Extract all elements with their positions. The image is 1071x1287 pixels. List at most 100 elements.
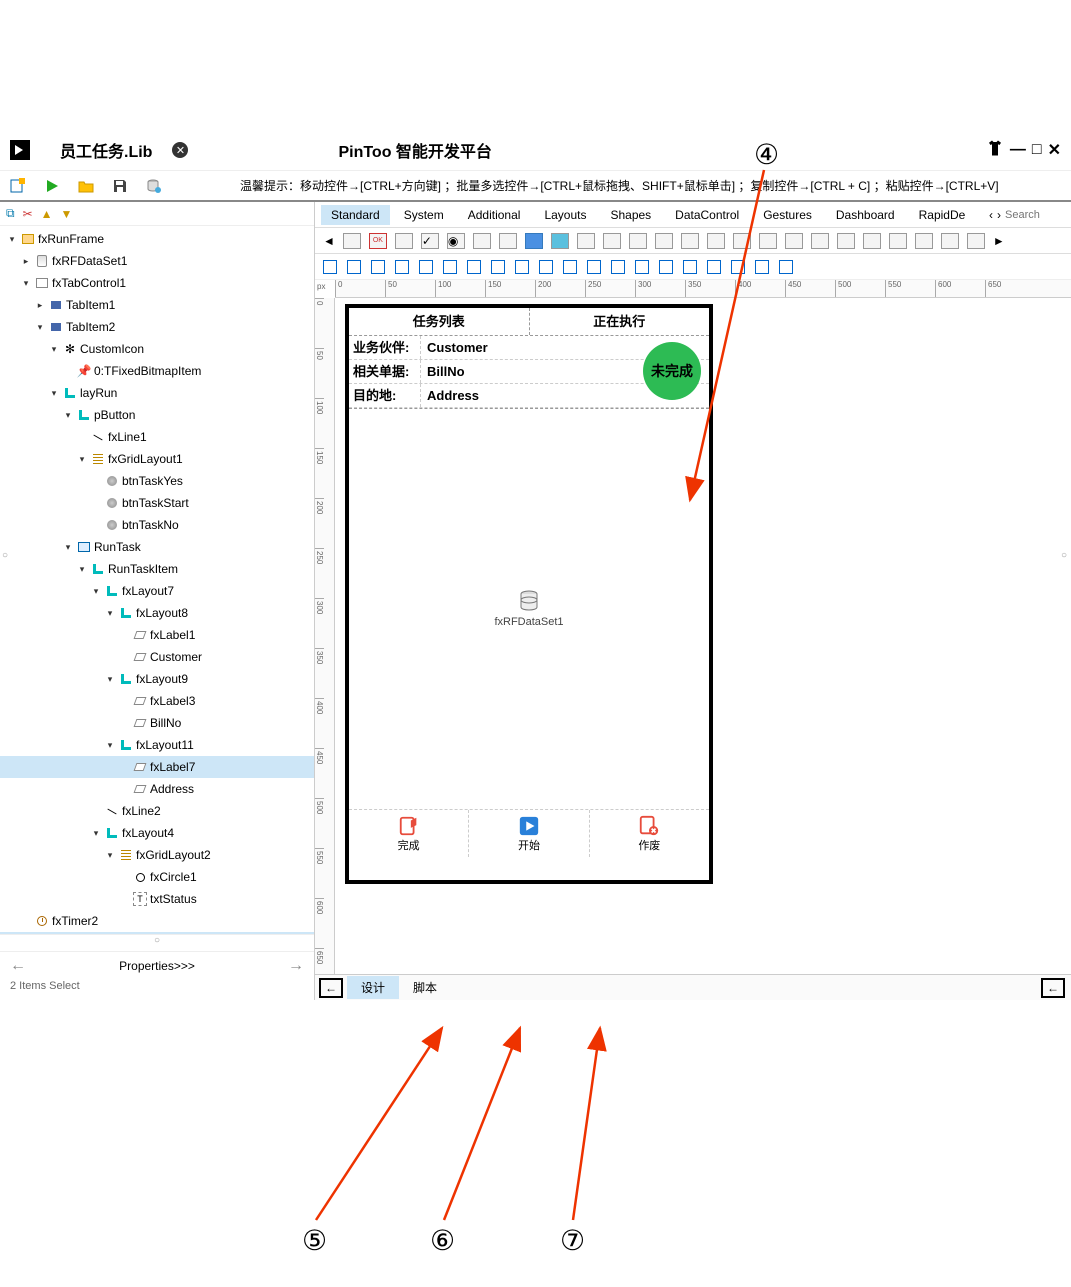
down-icon[interactable]: ▼ [61, 207, 73, 221]
palette-item[interactable] [525, 233, 543, 249]
palette-item[interactable] [603, 233, 621, 249]
right-resize-handle[interactable]: ○ [1061, 550, 1067, 561]
complete-button[interactable]: 完成 [349, 810, 469, 857]
tree-node[interactable]: ▾fxLayout8 [0, 602, 314, 624]
palette-item[interactable] [395, 233, 413, 249]
component-tree[interactable]: ▾fxRunFrame▸fxRFDataSet1▾fxTabControl1▸T… [0, 226, 314, 934]
tree-node[interactable]: ▾fxLayout7 [0, 580, 314, 602]
palette-item[interactable]: OK [369, 233, 387, 249]
align-icon[interactable] [683, 260, 697, 274]
left-resize-handle[interactable]: ○ [2, 550, 8, 561]
palette-tab[interactable]: Gestures [753, 205, 822, 225]
align-icon[interactable] [467, 260, 481, 274]
tree-node[interactable]: fxLine2 [0, 800, 314, 822]
copy-icon[interactable]: ⧉ [6, 206, 15, 221]
align-icon[interactable] [347, 260, 361, 274]
design-tab[interactable]: 设计 [347, 976, 399, 999]
tree-node[interactable]: ▾TabItem2 [0, 316, 314, 338]
tree-node[interactable]: fxCircle1 [0, 866, 314, 888]
palette-search-input[interactable] [1005, 209, 1065, 221]
tree-node[interactable]: fxLabel7 [0, 756, 314, 778]
theme-icon[interactable] [986, 139, 1004, 162]
palette-tab[interactable]: RapidDe [909, 205, 976, 225]
tree-node[interactable]: ▾fxGridLayout2 [0, 844, 314, 866]
save-icon[interactable] [112, 178, 128, 194]
palette-item[interactable] [915, 233, 933, 249]
prev-icon[interactable]: ← [10, 957, 26, 975]
collapse-right-icon[interactable]: ← [1041, 978, 1065, 998]
palette-tab[interactable]: System [394, 205, 454, 225]
align-icon[interactable] [443, 260, 457, 274]
align-icon[interactable] [659, 260, 673, 274]
palette-next-icon[interactable]: › [997, 208, 1001, 222]
device-tab-tasklist[interactable]: 任务列表 [349, 308, 530, 335]
tree-node[interactable]: ▸TabItem1 [0, 294, 314, 316]
palette-item[interactable] [759, 233, 777, 249]
tree-node[interactable]: fxLabel1 [0, 624, 314, 646]
palette-item[interactable] [889, 233, 907, 249]
tree-node[interactable]: ▸fxRFDataSet1 [0, 250, 314, 272]
align-icon[interactable] [611, 260, 625, 274]
palette-item[interactable] [837, 233, 855, 249]
tree-node[interactable]: ▾fxLayout9 [0, 668, 314, 690]
delete-icon[interactable]: ✂ [23, 207, 33, 221]
palette-item[interactable] [785, 233, 803, 249]
nav-back-icon[interactable]: ◄ [323, 234, 335, 248]
palette-tab[interactable]: Dashboard [826, 205, 905, 225]
align-icon[interactable] [731, 260, 745, 274]
palette-item[interactable] [863, 233, 881, 249]
align-icon[interactable] [635, 260, 649, 274]
tree-node[interactable]: TtxtStatus [0, 888, 314, 910]
design-canvas[interactable]: px 0501001502002503003504004505005506006… [315, 280, 1071, 1000]
palette-item[interactable] [707, 233, 725, 249]
tree-node[interactable]: ▾RunTask [0, 536, 314, 558]
tree-node[interactable]: fxLine1 [0, 426, 314, 448]
align-icon[interactable] [563, 260, 577, 274]
palette-item[interactable]: ✓ [421, 233, 439, 249]
status-badge[interactable]: 未完成 [643, 342, 701, 400]
palette-item[interactable] [967, 233, 985, 249]
tree-node[interactable]: Address [0, 778, 314, 800]
palette-item[interactable] [811, 233, 829, 249]
collapse-left-icon[interactable]: ← [319, 978, 343, 998]
new-icon[interactable] [10, 178, 26, 194]
tree-node[interactable]: ▾fxRunFrame [0, 228, 314, 250]
tree-node[interactable]: btnTaskNo [0, 514, 314, 536]
device-frame[interactable]: 任务列表 正在执行 业务伙伴: Customer 相关单据: BillNo 目的… [345, 304, 713, 884]
tree-node[interactable]: BillNo [0, 712, 314, 734]
tree-node[interactable]: Customer [0, 646, 314, 668]
palette-tab[interactable]: Additional [458, 205, 531, 225]
palette-item[interactable] [733, 233, 751, 249]
palette-item[interactable] [499, 233, 517, 249]
palette-tab[interactable]: DataControl [665, 205, 749, 225]
up-icon[interactable]: ▲ [41, 207, 53, 221]
palette-item[interactable] [941, 233, 959, 249]
minimize-button[interactable]: — [1010, 141, 1026, 159]
open-icon[interactable] [78, 178, 94, 194]
palette-prev-icon[interactable]: ‹ [989, 208, 993, 222]
align-icon[interactable] [515, 260, 529, 274]
tree-node[interactable]: ▾layRun [0, 382, 314, 404]
palette-item[interactable] [681, 233, 699, 249]
tree-node[interactable]: btnTaskYes [0, 470, 314, 492]
palette-tab[interactable]: Layouts [534, 205, 596, 225]
properties-link[interactable]: Properties>>> [119, 959, 195, 973]
tree-node[interactable]: ▾✻CustomIcon [0, 338, 314, 360]
palette-tab[interactable]: Standard [321, 205, 390, 225]
db-sync-icon[interactable] [146, 178, 162, 194]
palette-item[interactable] [629, 233, 647, 249]
align-icon[interactable] [755, 260, 769, 274]
palette-item[interactable] [473, 233, 491, 249]
align-icon[interactable] [587, 260, 601, 274]
nav-fwd-icon[interactable]: ► [993, 234, 1005, 248]
align-icon[interactable] [395, 260, 409, 274]
align-icon[interactable] [491, 260, 505, 274]
palette-item[interactable]: ◉ [447, 233, 465, 249]
maximize-button[interactable]: □ [1032, 141, 1042, 159]
tree-node[interactable]: ▾fxTabControl1 [0, 272, 314, 294]
close-button[interactable]: ✕ [1048, 140, 1061, 160]
tree-node[interactable]: fxLabel3 [0, 690, 314, 712]
align-icon[interactable] [323, 260, 337, 274]
tree-node[interactable]: ▾fxLayout11 [0, 734, 314, 756]
palette-item[interactable] [655, 233, 673, 249]
